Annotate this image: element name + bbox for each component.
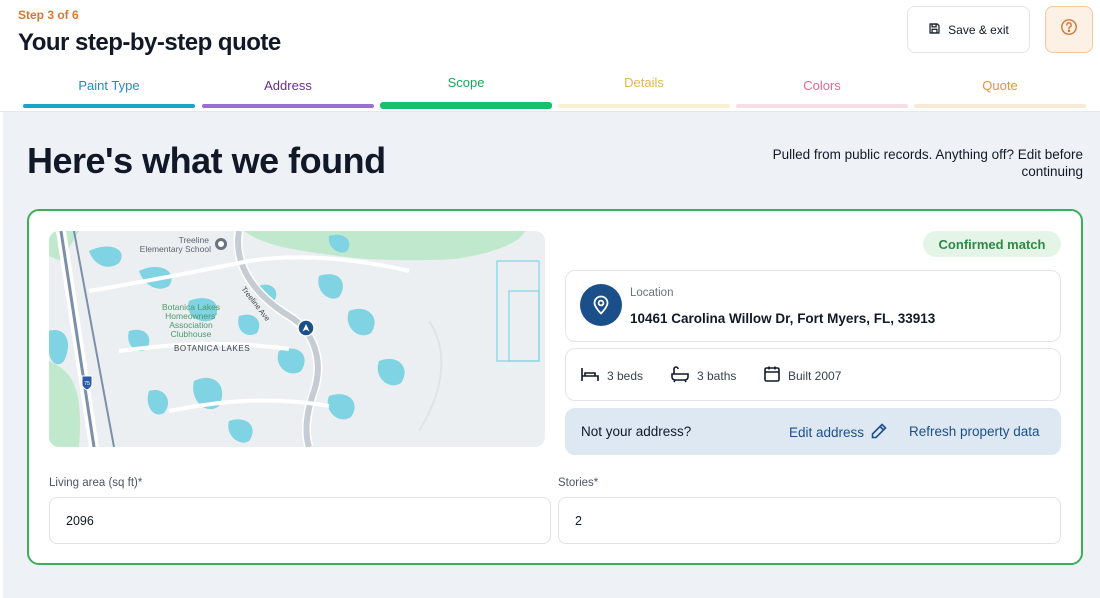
map-school-label-2: Elementary School [140,244,211,254]
location-label: Location [630,287,674,299]
step-bar [23,104,195,108]
edit-address-link[interactable]: Edit address [789,422,888,443]
save-icon [928,22,941,38]
step-quote[interactable]: Quote [914,70,1086,110]
step-label: Quote [982,78,1018,93]
location-value: 10461 Carolina Willow Dr, Fort Myers, FL… [630,311,936,326]
step-bar [202,104,374,108]
question-circle-icon [1060,18,1078,41]
map-hoa-label-4: Clubhouse [171,329,212,339]
step-bar [380,102,552,109]
save-exit-label: Save & exit [948,22,1009,37]
step-label: Paint Type [78,78,140,93]
save-exit-button[interactable]: Save & exit [907,6,1030,53]
confirmed-match-badge: Confirmed match [923,231,1061,257]
step-label: Scope [447,75,485,90]
map-highway-label: 75 [84,381,90,387]
bathtub-icon [670,365,690,386]
living-area-label: Living area (sq ft)* [49,477,143,489]
beds-label: 3 beds [607,368,644,383]
section-note: Pulled from public records. Anything off… [772,147,1083,179]
not-your-address-text: Not your address? [581,424,692,439]
beds-fact: 3 beds [580,365,643,386]
living-area-input[interactable] [49,497,551,544]
help-button[interactable] [1045,6,1093,53]
step-label: Colors [803,78,841,93]
progress-steps: Paint Type Address Scope Details Colors … [23,70,1087,110]
step-paint-type[interactable]: Paint Type [23,70,195,110]
location-box: Location 10461 Carolina Willow Dr, Fort … [565,270,1061,342]
stories-input[interactable] [558,497,1061,544]
map-graphic: 75 Treeline Elementary School Treeline A… [49,231,545,447]
step-colors[interactable]: Colors [736,70,908,110]
header: Step 3 of 6 Your step-by-step quote Save… [0,0,1100,112]
stories-label: Stories* [558,477,599,489]
edit-address-label: Edit address [789,425,865,440]
location-pin-icon [580,284,622,326]
built-fact: Built 2007 [763,365,841,386]
address-actions: Not your address? Edit address Refresh p… [565,408,1061,455]
calendar-icon [763,365,781,386]
property-map[interactable]: 75 Treeline Elementary School Treeline A… [49,231,545,447]
step-label: Details [624,75,664,90]
step-bar [914,104,1086,108]
section-title: Here's what we found [27,140,386,181]
property-pin-icon [297,319,315,337]
step-counter: Step 3 of 6 [18,8,79,22]
pencil-icon [870,422,888,443]
built-label: Built 2007 [788,368,842,383]
refresh-property-data-link[interactable]: Refresh property data [909,424,1040,439]
property-facts: 3 beds 3 baths Built 2007 [565,348,1061,401]
step-scope[interactable]: Scope [380,70,552,110]
step-bar [736,104,908,108]
step-bar [558,104,730,108]
baths-label: 3 baths [697,368,737,383]
step-label: Address [264,78,312,93]
step-details[interactable]: Details [558,70,730,110]
step-address[interactable]: Address [202,70,374,110]
map-area-label: BOTANICA LAKES [174,344,250,353]
bed-icon [580,365,600,386]
baths-fact: 3 baths [670,365,736,386]
page-title: Your step-by-step quote [18,29,281,56]
